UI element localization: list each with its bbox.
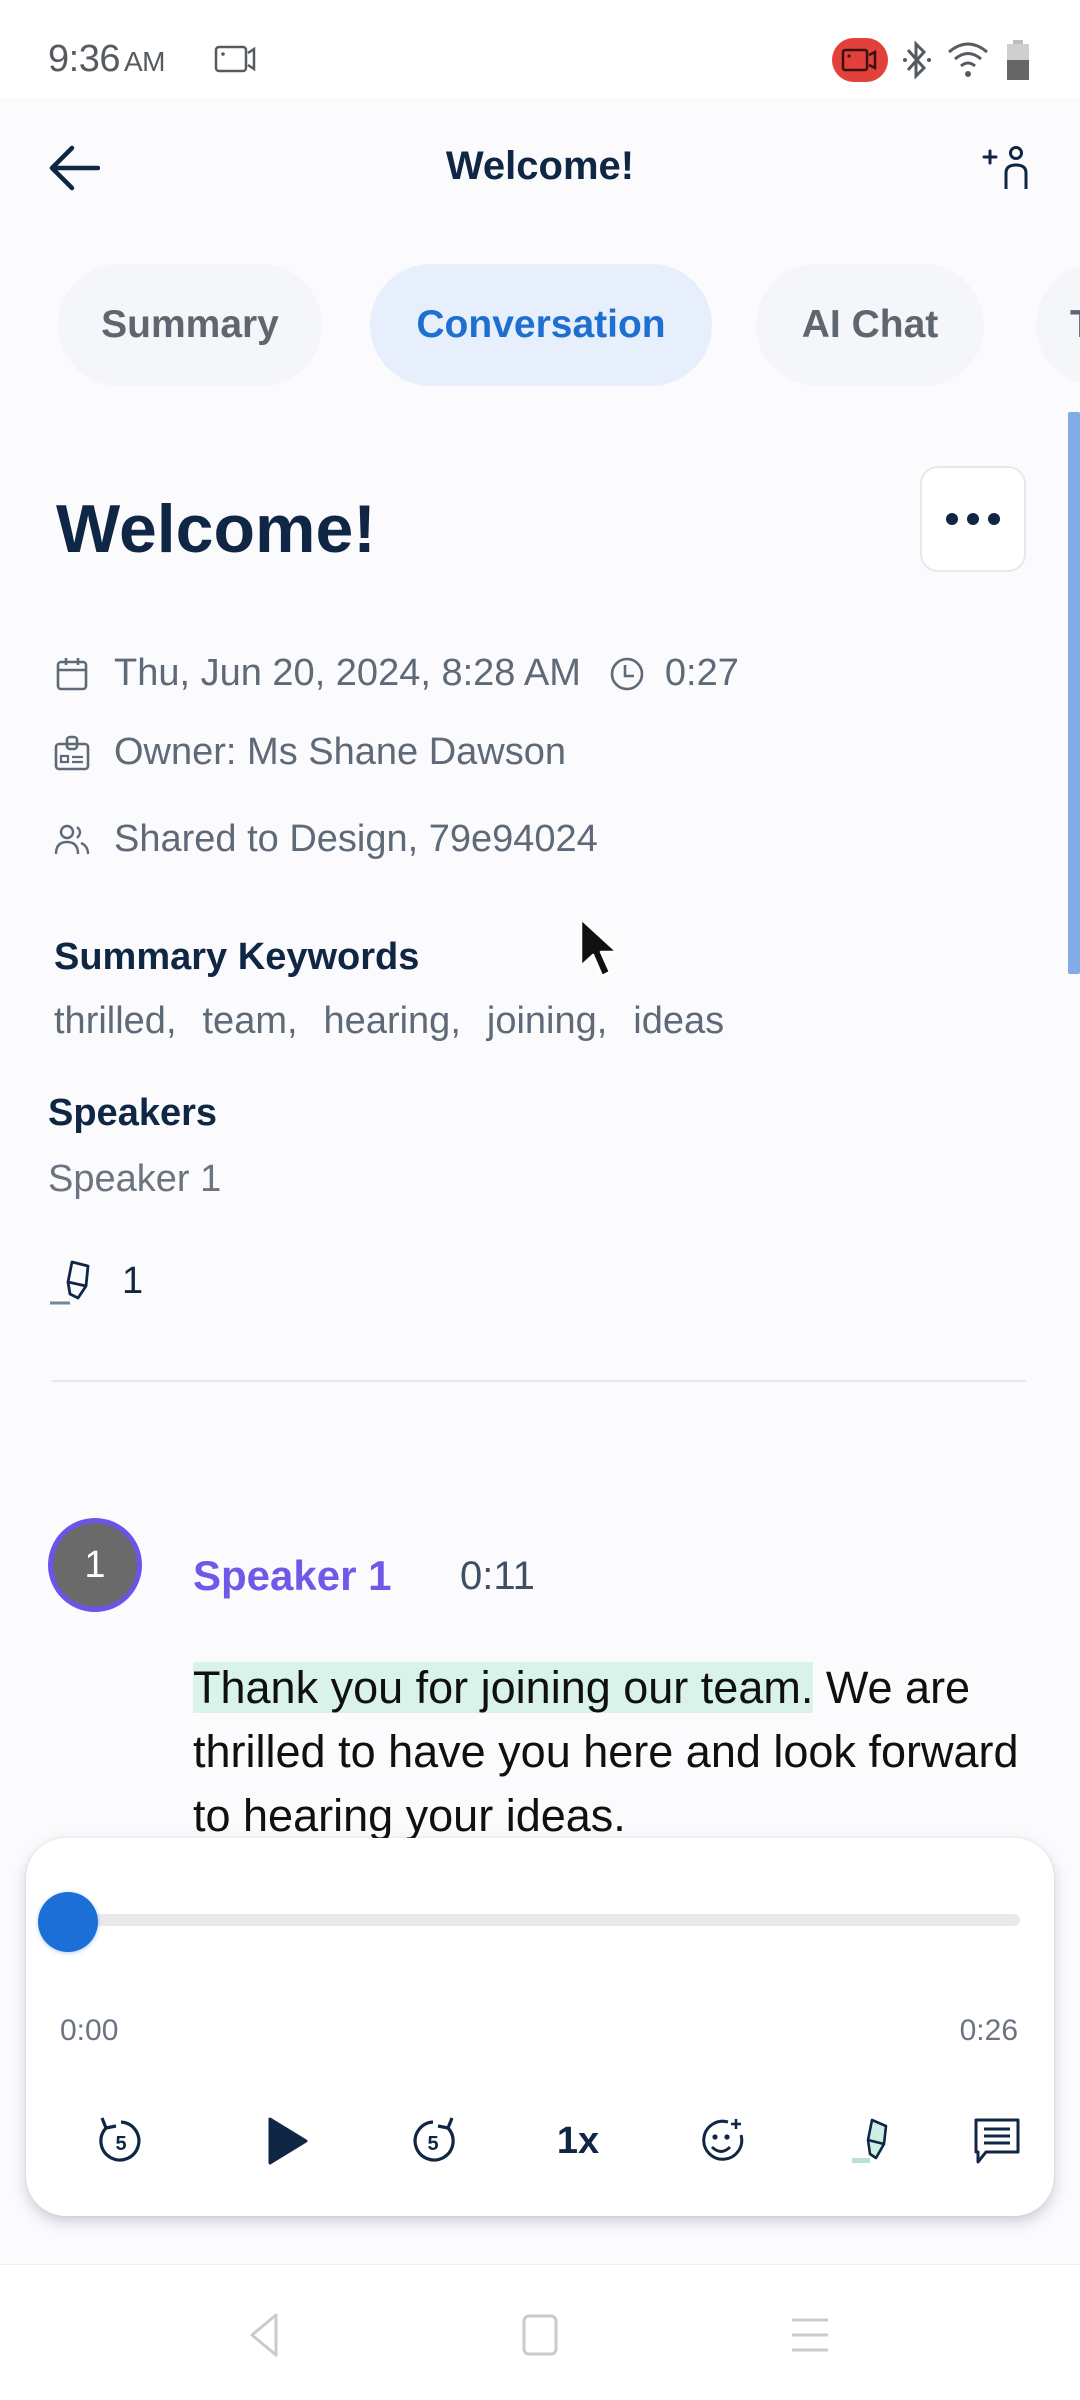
- play-button[interactable]: [253, 2106, 323, 2176]
- speed-button[interactable]: 1x: [543, 2106, 613, 2176]
- total-time: 0:26: [959, 2014, 1018, 2047]
- nav-menu-icon: [792, 2318, 828, 2352]
- tab-conversation[interactable]: Conversation: [370, 264, 712, 386]
- mouse-cursor-icon: [579, 917, 619, 978]
- screen-record-icon: [214, 45, 256, 73]
- progress-thumb[interactable]: [38, 1892, 98, 1952]
- more-icon: [946, 513, 958, 525]
- note-title: Welcome!: [56, 491, 376, 567]
- highlight-count[interactable]: 1: [48, 1256, 143, 1306]
- highlighted-sentence[interactable]: Thank you for joining our team.: [193, 1662, 814, 1713]
- shared-row[interactable]: Shared to Design, 79e94024: [52, 818, 598, 861]
- comment-button[interactable]: [962, 2106, 1032, 2176]
- highlighter-icon: [852, 2118, 888, 2163]
- tab-ai-chat[interactable]: AI Chat: [756, 264, 984, 386]
- keyword[interactable]: joining,: [487, 1000, 607, 1043]
- duration: 0:27: [607, 652, 739, 695]
- owner-row: Owner: Ms Shane Dawson: [52, 731, 566, 774]
- keywords-heading: Summary Keywords: [54, 936, 420, 978]
- nav-recents-button[interactable]: [770, 2295, 850, 2375]
- note-owner: Owner: Ms Shane Dawson: [114, 731, 566, 773]
- status-ampm: AM: [123, 46, 166, 77]
- add-person-button[interactable]: [976, 136, 1040, 200]
- id-badge-icon: [52, 733, 92, 773]
- tab-partial[interactable]: T: [1036, 264, 1080, 386]
- speakers-heading: Speakers: [48, 1092, 218, 1134]
- highlight-count-value: 1: [122, 1259, 144, 1302]
- highlight-button[interactable]: [836, 2106, 906, 2176]
- note-duration: 0:27: [664, 652, 739, 694]
- forward-5-button[interactable]: 5: [398, 2106, 468, 2176]
- forward-5-icon: 5: [413, 2117, 455, 2162]
- status-icons: [832, 36, 1032, 84]
- date-row: Thu, Jun 20, 2024, 8:28 AM 0:27: [52, 652, 739, 695]
- nav-home-icon: [522, 2314, 558, 2356]
- svg-text:5: 5: [115, 2133, 126, 2155]
- transcript-speaker-name[interactable]: Speaker 1: [193, 1552, 391, 1600]
- add-person-icon: [982, 146, 1028, 189]
- rewind-5-icon: 5: [99, 2117, 141, 2162]
- play-icon: [268, 2117, 308, 2165]
- transcript-text[interactable]: Thank you for joining our team. We are t…: [193, 1656, 1043, 1848]
- scrollbar[interactable]: [1068, 412, 1080, 974]
- status-bar: 9:36 AM: [0, 0, 1080, 98]
- speaker-list-item[interactable]: Speaker 1: [48, 1158, 221, 1201]
- note-shared: Shared to Design, 79e94024: [114, 818, 598, 860]
- keyword[interactable]: thrilled,: [54, 1000, 177, 1043]
- audio-player: 0:00 0:26 5 5 1x: [26, 1838, 1054, 2216]
- player-controls: 5 5 1x: [26, 2106, 1054, 2176]
- battery-icon: [1007, 40, 1029, 80]
- keyword[interactable]: ideas: [633, 1000, 724, 1043]
- keyword[interactable]: hearing,: [324, 1000, 461, 1043]
- nav-home-button[interactable]: [500, 2295, 580, 2375]
- system-nav-bar: [0, 2264, 1080, 2400]
- note-date: Thu, Jun 20, 2024, 8:28 AM: [114, 652, 581, 694]
- add-reaction-icon: [702, 2119, 744, 2161]
- recording-badge-icon: [832, 38, 888, 82]
- app-title: Welcome!: [445, 144, 635, 188]
- current-time: 0:00: [60, 2014, 119, 2047]
- app-bar: Welcome!: [0, 98, 1080, 238]
- keyword[interactable]: team,: [203, 1000, 298, 1043]
- comment-icon: [974, 2118, 1020, 2164]
- bluetooth-icon: [903, 40, 931, 80]
- svg-text:5: 5: [427, 2133, 438, 2155]
- progress-track[interactable]: [70, 1914, 1020, 1926]
- status-time: 9:36 AM: [48, 38, 165, 81]
- transcript-timestamp[interactable]: 0:11: [460, 1554, 535, 1599]
- group-icon: [52, 820, 92, 860]
- calendar-icon: [52, 654, 92, 694]
- add-reaction-button[interactable]: [687, 2106, 757, 2176]
- more-options-button[interactable]: [920, 466, 1026, 572]
- keywords-list: thrilled, team, hearing, joining, ideas: [54, 1000, 724, 1043]
- divider: [52, 1380, 1026, 1382]
- tab-bar: Summary Conversation AI Chat T: [0, 262, 1080, 388]
- speaker-avatar[interactable]: 1: [48, 1518, 142, 1612]
- status-time-value: 9:36: [48, 38, 120, 80]
- rewind-5-button[interactable]: 5: [86, 2106, 156, 2176]
- highlighter-icon: [50, 1260, 90, 1305]
- wifi-icon: [948, 42, 988, 77]
- nav-back-button[interactable]: [226, 2295, 306, 2375]
- clock-icon: [607, 654, 647, 694]
- nav-back-icon: [250, 2313, 278, 2357]
- tab-summary[interactable]: Summary: [58, 264, 322, 386]
